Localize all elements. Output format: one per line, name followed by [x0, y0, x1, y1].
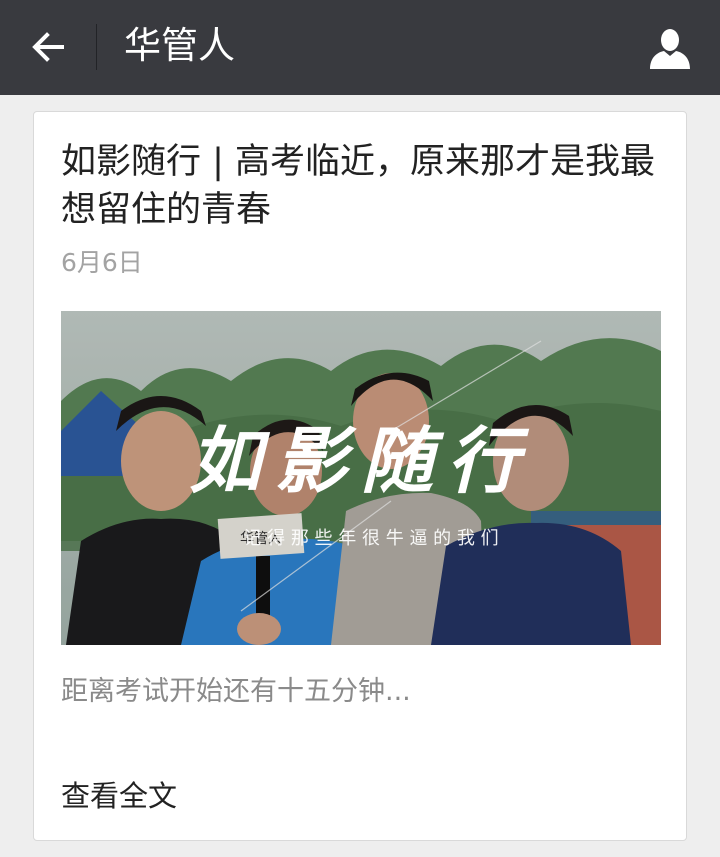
account-title: 华管人 [124, 24, 235, 67]
top-navigation-bar: 华管人 [0, 0, 720, 95]
header-divider [96, 24, 97, 70]
read-full-text-link[interactable]: 查看全文 [34, 752, 686, 840]
article-summary: 距离考试开始还有十五分钟... [61, 676, 411, 707]
article-cover-image[interactable]: 华管人 如影随行 记 得 那 些 年 很 牛 逼 的 我 们 [61, 311, 661, 645]
person-icon [650, 29, 690, 69]
profile-button[interactable] [640, 20, 700, 76]
arrow-left-icon [32, 32, 64, 62]
article-date: 6月6日 [61, 248, 143, 277]
back-button[interactable] [22, 24, 74, 70]
cover-tagline: 记 得 那 些 年 很 牛 逼 的 我 们 [243, 528, 498, 549]
article-title[interactable]: 如影随行 | 高考临近，原来那才是我最想留住的青春 [61, 138, 671, 234]
article-card[interactable]: 如影随行 | 高考临近，原来那才是我最想留住的青春 6月6日 华管人 如影随行 … [33, 111, 687, 841]
cover-calligraphy-title: 如影随行 [189, 418, 533, 503]
